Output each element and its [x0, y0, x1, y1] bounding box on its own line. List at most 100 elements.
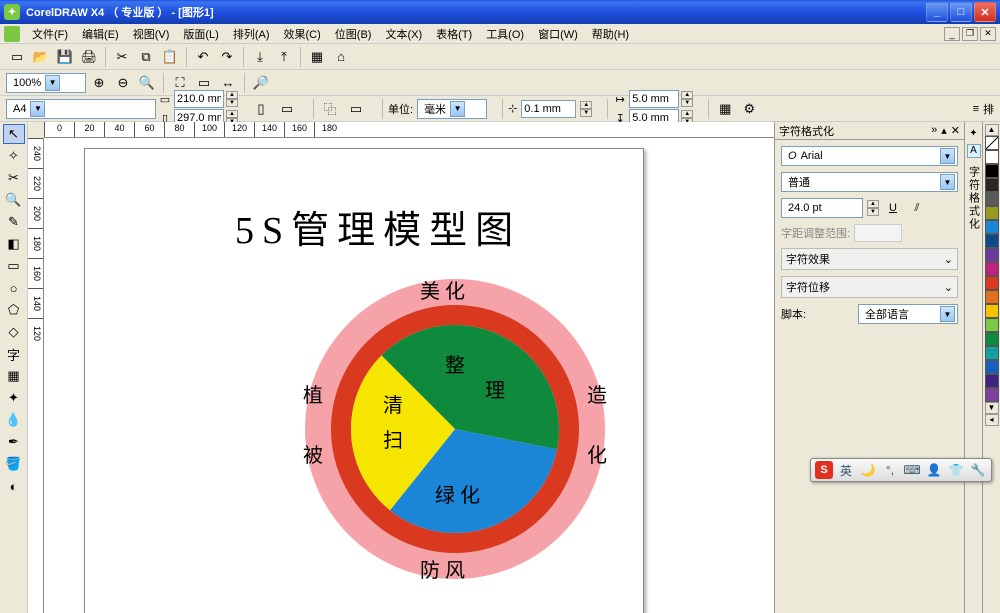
- options-button[interactable]: ⚙: [738, 98, 760, 120]
- docker-tab-hint-icon[interactable]: ✦: [967, 128, 981, 142]
- copy-button[interactable]: ⧉: [135, 46, 157, 68]
- pick-tool[interactable]: ↖: [3, 124, 25, 144]
- eyedropper-tool[interactable]: 💧: [3, 410, 25, 430]
- char-effects-row[interactable]: 字符效果⌄: [781, 248, 958, 270]
- page-width-input[interactable]: [174, 90, 224, 108]
- color-swatch[interactable]: [985, 150, 999, 164]
- spin-down-icon[interactable]: ▼: [226, 99, 238, 107]
- spin-up-icon[interactable]: ▲: [226, 91, 238, 99]
- color-swatch[interactable]: [985, 192, 999, 206]
- menu-view[interactable]: 视图(V): [127, 24, 176, 44]
- ellipse-tool[interactable]: ○: [3, 278, 25, 298]
- paste-button[interactable]: 📋: [159, 46, 181, 68]
- document-icon[interactable]: [4, 26, 20, 42]
- open-button[interactable]: 📂: [30, 46, 52, 68]
- color-swatch[interactable]: [985, 360, 999, 374]
- ime-settings-icon[interactable]: 🔧: [969, 461, 987, 479]
- menu-bitmaps[interactable]: 位图(B): [329, 24, 378, 44]
- font-combo[interactable]: OArial▼: [781, 146, 958, 166]
- docker-menu-icon[interactable]: ▴: [941, 124, 947, 137]
- print-button[interactable]: 🖨: [78, 46, 100, 68]
- docker-expand-icon[interactable]: »: [931, 124, 937, 137]
- mdi-restore-button[interactable]: ❐: [962, 27, 978, 41]
- spin-down-icon[interactable]: ▼: [580, 109, 592, 117]
- zoom-selection-button[interactable]: 🔍: [136, 72, 158, 94]
- mdi-minimize-button[interactable]: _: [944, 27, 960, 41]
- duplicate-x-input[interactable]: [629, 90, 679, 108]
- spin-down-icon[interactable]: ▼: [867, 208, 879, 216]
- dropdown-arrow-icon[interactable]: ▼: [940, 306, 955, 322]
- nudge-input[interactable]: [521, 100, 576, 118]
- freehand-tool[interactable]: ✎: [3, 212, 25, 232]
- ime-logo-icon[interactable]: S: [815, 461, 833, 479]
- zoom-combo[interactable]: 100%▼: [6, 73, 86, 93]
- menu-edit[interactable]: 编辑(E): [76, 24, 125, 44]
- no-color-swatch[interactable]: [985, 136, 999, 150]
- vertical-ruler[interactable]: 240220200180160140120: [28, 138, 44, 613]
- spin-up-icon[interactable]: ▲: [226, 110, 238, 118]
- dropdown-arrow-icon[interactable]: ▼: [940, 148, 955, 164]
- ime-lang-button[interactable]: 英: [837, 461, 855, 479]
- color-swatch[interactable]: [985, 332, 999, 346]
- menu-text[interactable]: 文本(X): [379, 24, 428, 44]
- color-swatch[interactable]: [985, 262, 999, 276]
- outline-tool[interactable]: ✒: [3, 432, 25, 452]
- polygon-tool[interactable]: ⬠: [3, 300, 25, 320]
- color-swatch[interactable]: [985, 178, 999, 192]
- docker-tab-text-icon[interactable]: A: [967, 144, 981, 158]
- zoom-out-button[interactable]: ⊖: [112, 72, 134, 94]
- zoom-tool[interactable]: 🔍: [3, 190, 25, 210]
- menu-effects[interactable]: 效果(C): [278, 24, 327, 44]
- font-style-combo[interactable]: 普通▼: [781, 172, 958, 192]
- menu-file[interactable]: 文件(F): [26, 24, 74, 44]
- menu-layout[interactable]: 版面(L): [177, 24, 224, 44]
- interactive-tool[interactable]: ✦: [3, 388, 25, 408]
- ime-toolbar[interactable]: S 英 🌙 °, ⌨ 👤 👕 🔧: [810, 458, 992, 482]
- shape-tool[interactable]: ✧: [3, 146, 25, 166]
- color-swatch[interactable]: [985, 220, 999, 234]
- docker-tab-label[interactable]: 字符格式化: [966, 166, 982, 231]
- menu-window[interactable]: 窗口(W): [532, 24, 584, 44]
- ime-moon-icon[interactable]: 🌙: [859, 461, 877, 479]
- import-button[interactable]: ⤓: [249, 46, 271, 68]
- font-size-combo[interactable]: 24.0 pt: [781, 198, 863, 218]
- color-swatch[interactable]: [985, 388, 999, 402]
- page-size-combo[interactable]: A4▼: [6, 99, 156, 119]
- color-swatch[interactable]: [985, 290, 999, 304]
- cut-button[interactable]: ✂: [111, 46, 133, 68]
- redo-button[interactable]: ↷: [216, 46, 238, 68]
- color-swatch[interactable]: [985, 374, 999, 388]
- color-swatch[interactable]: [985, 346, 999, 360]
- color-swatch[interactable]: [985, 276, 999, 290]
- dropdown-arrow-icon[interactable]: ▼: [450, 101, 465, 117]
- landscape-button[interactable]: ▭: [276, 98, 298, 120]
- table-tool[interactable]: ▦: [3, 366, 25, 386]
- menu-table[interactable]: 表格(T): [430, 24, 478, 44]
- color-swatch[interactable]: [985, 164, 999, 178]
- units-combo[interactable]: 毫米▼: [417, 99, 487, 119]
- ime-punct-icon[interactable]: °,: [881, 461, 899, 479]
- palette-scroll-down[interactable]: ▼: [985, 402, 999, 414]
- undo-button[interactable]: ↶: [192, 46, 214, 68]
- fill-tool[interactable]: 🪣: [3, 454, 25, 474]
- close-button[interactable]: ✕: [974, 2, 996, 22]
- mdi-close-button[interactable]: ✕: [980, 27, 996, 41]
- rectangle-tool[interactable]: ▭: [3, 256, 25, 276]
- basic-shapes-tool[interactable]: ◇: [3, 322, 25, 342]
- new-button[interactable]: ▭: [6, 46, 28, 68]
- crop-tool[interactable]: ✂: [3, 168, 25, 188]
- ime-keyboard-icon[interactable]: ⌨: [903, 461, 921, 479]
- color-swatch[interactable]: [985, 304, 999, 318]
- script-combo[interactable]: 全部语言▼: [858, 304, 958, 324]
- menu-arrange[interactable]: 排列(A): [227, 24, 276, 44]
- ime-person-icon[interactable]: 👤: [925, 461, 943, 479]
- text-tool[interactable]: 字: [3, 344, 25, 364]
- smart-fill-tool[interactable]: ◧: [3, 234, 25, 254]
- current-page-button[interactable]: ▭: [345, 98, 367, 120]
- palette-scroll-up[interactable]: ▲: [985, 124, 999, 136]
- portrait-button[interactable]: ▯: [250, 98, 272, 120]
- all-pages-button[interactable]: ⿻: [319, 98, 341, 120]
- maximize-button[interactable]: □: [950, 2, 972, 22]
- zoom-tool-button[interactable]: 🔎: [250, 72, 272, 94]
- dropdown-arrow-icon[interactable]: ▼: [45, 75, 60, 91]
